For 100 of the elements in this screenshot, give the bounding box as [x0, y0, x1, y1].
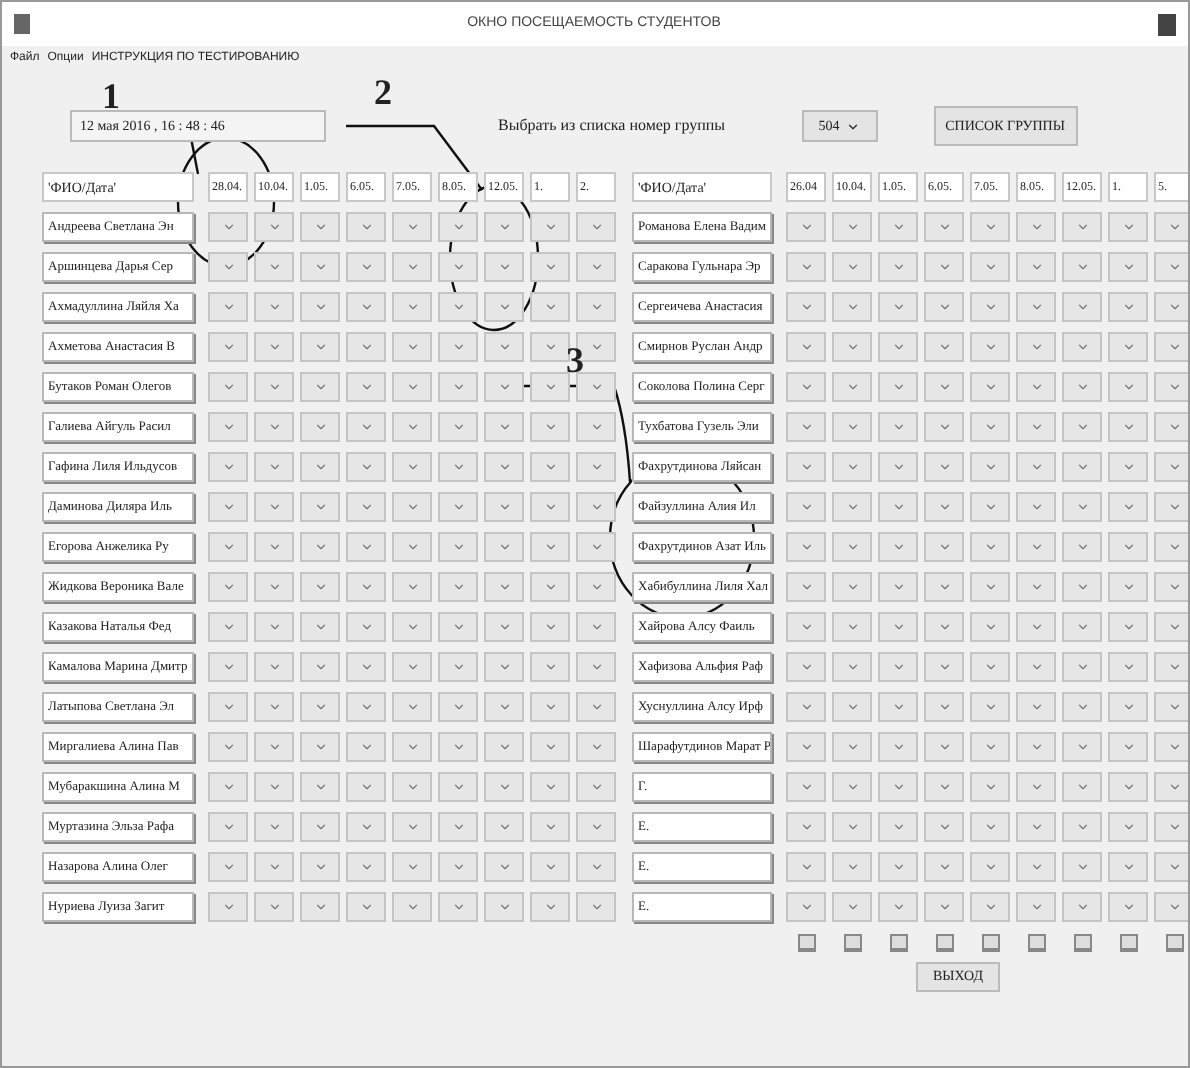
chevron-down-icon [983, 379, 997, 393]
chevron-down-icon [1029, 779, 1043, 793]
chevron-down-icon [1029, 379, 1043, 393]
chevron-down-icon [359, 299, 373, 313]
grid-icon [843, 933, 861, 951]
chevron-down-icon [1167, 219, 1181, 233]
grid-icon [1027, 933, 1045, 951]
chevron-down-icon [405, 579, 419, 593]
chevron-down-icon [1121, 499, 1135, 513]
chevron-down-icon [845, 699, 859, 713]
chevron-down-icon [983, 339, 997, 353]
chevron-down-icon [1121, 899, 1135, 913]
chevron-down-icon [937, 659, 951, 673]
chevron-down-icon [1029, 819, 1043, 833]
chevron-down-icon [891, 339, 905, 353]
chevron-down-icon [983, 659, 997, 673]
chevron-down-icon [405, 739, 419, 753]
chevron-down-icon [1167, 819, 1181, 833]
chevron-down-icon [221, 859, 235, 873]
chevron-down-icon [313, 619, 327, 633]
chevron-down-icon [359, 779, 373, 793]
chevron-down-icon [451, 219, 465, 233]
chevron-down-icon [405, 299, 419, 313]
chevron-down-icon [1121, 299, 1135, 313]
chevron-down-icon [937, 819, 951, 833]
chevron-down-icon [497, 859, 511, 873]
chevron-down-icon [1121, 539, 1135, 553]
chevron-down-icon [1075, 419, 1089, 433]
chevron-down-icon [1029, 619, 1043, 633]
chevron-down-icon [451, 619, 465, 633]
chevron-down-icon [937, 379, 951, 393]
chevron-down-icon [1167, 579, 1181, 593]
chevron-down-icon [451, 899, 465, 913]
chevron-down-icon [497, 539, 511, 553]
chevron-down-icon [497, 459, 511, 473]
chevron-down-icon [497, 219, 511, 233]
chevron-down-icon [589, 619, 603, 633]
chevron-down-icon [891, 739, 905, 753]
chevron-down-icon [1121, 419, 1135, 433]
chevron-down-icon [1121, 459, 1135, 473]
chevron-down-icon [589, 299, 603, 313]
chevron-down-icon [405, 819, 419, 833]
chevron-down-icon [983, 859, 997, 873]
chevron-down-icon [1121, 659, 1135, 673]
chevron-down-icon [937, 579, 951, 593]
grid-icon [889, 933, 907, 951]
chevron-down-icon [313, 499, 327, 513]
chevron-down-icon [845, 119, 860, 133]
chevron-down-icon [267, 779, 281, 793]
chevron-down-icon [451, 499, 465, 513]
chevron-down-icon [589, 659, 603, 673]
chevron-down-icon [1029, 579, 1043, 593]
chevron-down-icon [497, 419, 511, 433]
chevron-down-icon [983, 699, 997, 713]
chevron-down-icon [845, 819, 859, 833]
chevron-down-icon [451, 659, 465, 673]
chevron-down-icon [451, 859, 465, 873]
chevron-down-icon [405, 779, 419, 793]
chevron-down-icon [1075, 299, 1089, 313]
chevron-down-icon [543, 699, 557, 713]
chevron-down-icon [1121, 699, 1135, 713]
chevron-down-icon [313, 419, 327, 433]
chevron-down-icon [891, 659, 905, 673]
chevron-down-icon [589, 459, 603, 473]
chevron-down-icon [937, 859, 951, 873]
chevron-down-icon [937, 339, 951, 353]
chevron-down-icon [405, 219, 419, 233]
chevron-down-icon [405, 419, 419, 433]
chevron-down-icon [221, 899, 235, 913]
chevron-down-icon [313, 779, 327, 793]
chevron-down-icon [845, 619, 859, 633]
chevron-down-icon [1075, 659, 1089, 673]
chevron-down-icon [1121, 739, 1135, 753]
chevron-down-icon [983, 779, 997, 793]
chevron-down-icon [1167, 619, 1181, 633]
chevron-down-icon [937, 459, 951, 473]
chevron-down-icon [845, 219, 859, 233]
chevron-down-icon [799, 219, 813, 233]
chevron-down-icon [451, 539, 465, 553]
chevron-down-icon [267, 499, 281, 513]
chevron-down-icon [891, 419, 905, 433]
chevron-down-icon [1167, 739, 1181, 753]
chevron-down-icon [845, 459, 859, 473]
chevron-down-icon [1075, 219, 1089, 233]
chevron-down-icon [589, 259, 603, 273]
chevron-down-icon [497, 339, 511, 353]
chevron-down-icon [359, 219, 373, 233]
chevron-down-icon [845, 739, 859, 753]
chevron-down-icon [799, 339, 813, 353]
chevron-down-icon [543, 379, 557, 393]
chevron-down-icon [1029, 739, 1043, 753]
chevron-down-icon [267, 259, 281, 273]
chevron-down-icon [221, 219, 235, 233]
chevron-down-icon [891, 899, 905, 913]
chevron-down-icon [451, 299, 465, 313]
chevron-down-icon [1029, 339, 1043, 353]
chevron-down-icon [799, 779, 813, 793]
chevron-down-icon [543, 819, 557, 833]
chevron-down-icon [405, 859, 419, 873]
chevron-down-icon [589, 819, 603, 833]
